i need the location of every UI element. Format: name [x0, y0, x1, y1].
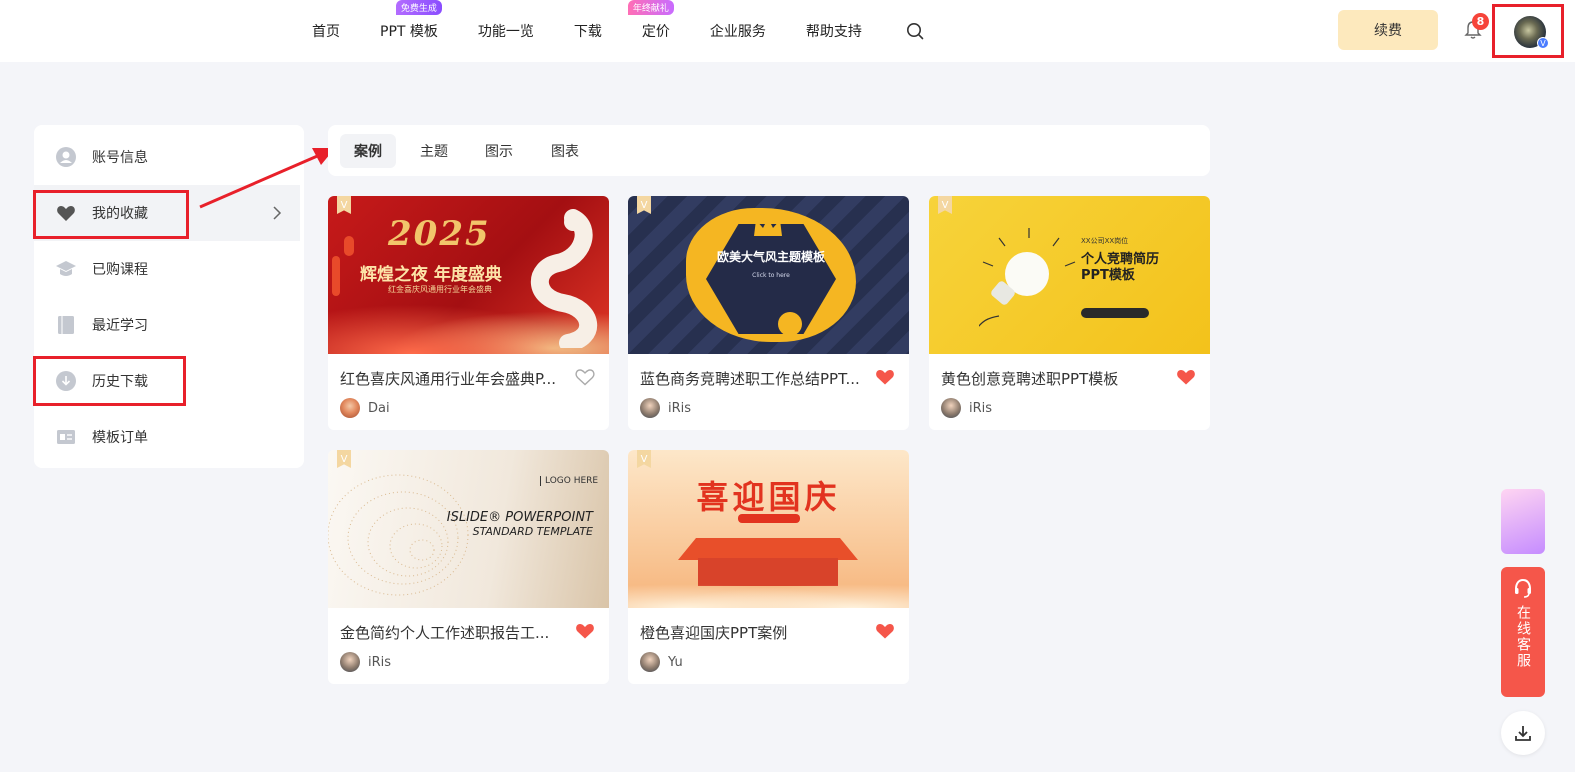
sidebar-item-label: 账号信息 — [92, 150, 148, 166]
search-icon[interactable] — [906, 22, 924, 40]
download-history-highlight-box — [33, 356, 186, 406]
online-service-button[interactable]: 在线客服 — [1501, 567, 1545, 697]
online-service-label: 在线客服 — [1515, 605, 1531, 669]
notification-count-badge: 8 — [1472, 13, 1489, 30]
snake-illustration — [530, 209, 597, 348]
author-name: iRis — [368, 654, 392, 670]
heart-filled-icon[interactable] — [575, 622, 595, 640]
template-card[interactable]: V XX公司XX岗位 个人竞聘简历 PPT模板 黄色创意竞聘述职PPT模板 iR… — [929, 196, 1210, 430]
author-avatar — [941, 398, 961, 418]
year-end-promo-widget[interactable] — [1501, 489, 1545, 554]
main-nav: 首页 PPT 模板 免费生成 功能一览 下载 定价 年终献礼 企业服务 帮助支持 — [312, 0, 902, 62]
sidebar-item-template-orders[interactable]: 模板订单 — [34, 409, 304, 465]
graduation-cap-icon — [56, 261, 76, 276]
category-tabs: 案例 主题 图示 图表 — [328, 125, 1210, 176]
sidebar-item-label: 最近学习 — [92, 318, 148, 334]
template-card[interactable]: V 2025 辉煌之夜 年度盛典 红金喜庆风通用行业年会盛典 红色喜庆风通用行业… — [328, 196, 609, 430]
dotted-swirl-illustration — [328, 474, 469, 596]
author: Yu — [640, 652, 683, 672]
sidebar-item-label: 已购课程 — [92, 262, 148, 278]
template-title[interactable]: 橙色喜迎国庆PPT案例 — [640, 622, 872, 643]
nav-features[interactable]: 功能一览 — [478, 21, 534, 41]
heart-filled-icon[interactable] — [1176, 368, 1196, 386]
template-title[interactable]: 金色简约个人工作述职报告工... — [340, 622, 572, 643]
top-header: 首页 PPT 模板 免费生成 功能一览 下载 定价 年终献礼 企业服务 帮助支持 续… — [0, 0, 1575, 62]
heart-filled-icon[interactable] — [875, 622, 895, 640]
download-icon — [1515, 726, 1531, 741]
tab-cases[interactable]: 案例 — [340, 134, 396, 168]
id-card-icon — [57, 430, 75, 444]
annotation-arrow — [199, 148, 335, 209]
heart-filled-icon[interactable] — [875, 368, 895, 386]
sidebar-item-purchased-courses[interactable]: 已购课程 — [34, 241, 304, 297]
author: iRis — [340, 652, 391, 672]
author-name: iRis — [969, 400, 993, 416]
template-title[interactable]: 黄色创意竞聘述职PPT模板 — [941, 368, 1173, 389]
author-avatar — [640, 398, 660, 418]
sidebar-item-recent-study[interactable]: 最近学习 — [34, 297, 304, 353]
vip-tag: V — [938, 196, 952, 214]
tab-charts[interactable]: 图表 — [537, 134, 593, 168]
template-title[interactable]: 蓝色商务竞聘述职工作总结PPT... — [640, 368, 872, 389]
template-card[interactable]: V 喜迎国庆 橙色喜迎国庆PPT案例 Yu — [628, 450, 909, 684]
author: iRis — [941, 398, 992, 418]
tab-themes[interactable]: 主题 — [406, 134, 462, 168]
author-avatar — [340, 398, 360, 418]
vip-tag: V — [337, 196, 351, 214]
template-card[interactable]: V 欧美大气风主题模板 Click to here 蓝色商务竞聘述职工作总结PP… — [628, 196, 909, 430]
template-thumbnail[interactable]: V LOGO HERE ISLIDE® POWERPOINT STANDARD … — [328, 450, 609, 608]
author-name: Dai — [368, 400, 390, 416]
nav-home[interactable]: 首页 — [312, 21, 340, 41]
template-title[interactable]: 红色喜庆风通用行业年会盛典P... — [340, 368, 572, 389]
author-avatar — [340, 652, 360, 672]
nav-ppt-template[interactable]: PPT 模板 免费生成 — [380, 0, 442, 41]
avatar-highlight-box: V — [1492, 4, 1564, 58]
author-name: iRis — [668, 400, 692, 416]
vip-tag: V — [637, 196, 651, 214]
year-end-gift-badge: 年终献礼 — [627, 0, 674, 15]
lightbulb-illustration — [979, 228, 1076, 327]
template-thumbnail[interactable]: V 欧美大气风主题模板 Click to here — [628, 196, 909, 354]
renew-button[interactable]: 续费 — [1338, 10, 1438, 50]
free-generate-badge: 免费生成 — [395, 0, 442, 15]
tab-diagrams[interactable]: 图示 — [471, 134, 527, 168]
nav-pricing[interactable]: 定价 年终献礼 — [627, 0, 674, 41]
favorites-highlight-box — [33, 190, 189, 239]
vip-tag: V — [637, 450, 651, 468]
author-avatar — [640, 652, 660, 672]
nav-help[interactable]: 帮助支持 — [806, 21, 862, 41]
crown-icon — [754, 218, 782, 236]
user-circle-icon — [56, 147, 76, 167]
nav-download[interactable]: 下载 — [574, 21, 602, 41]
template-card[interactable]: V LOGO HERE ISLIDE® POWERPOINT STANDARD … — [328, 450, 609, 684]
author-name: Yu — [668, 654, 683, 670]
author: Dai — [340, 398, 390, 418]
template-thumbnail[interactable]: V 喜迎国庆 — [628, 450, 909, 608]
book-icon — [58, 316, 74, 334]
nav-enterprise[interactable]: 企业服务 — [710, 21, 766, 41]
headset-icon — [1515, 578, 1531, 598]
template-thumbnail[interactable]: V 2025 辉煌之夜 年度盛典 红金喜庆风通用行业年会盛典 — [328, 196, 609, 354]
vip-badge: V — [1537, 37, 1549, 49]
download-float-button[interactable] — [1501, 711, 1545, 755]
heart-outline-icon[interactable] — [575, 368, 595, 386]
template-thumbnail[interactable]: V XX公司XX岗位 个人竞聘简历 PPT模板 — [929, 196, 1210, 354]
author: iRis — [640, 398, 691, 418]
sidebar-item-label: 模板订单 — [92, 430, 148, 446]
